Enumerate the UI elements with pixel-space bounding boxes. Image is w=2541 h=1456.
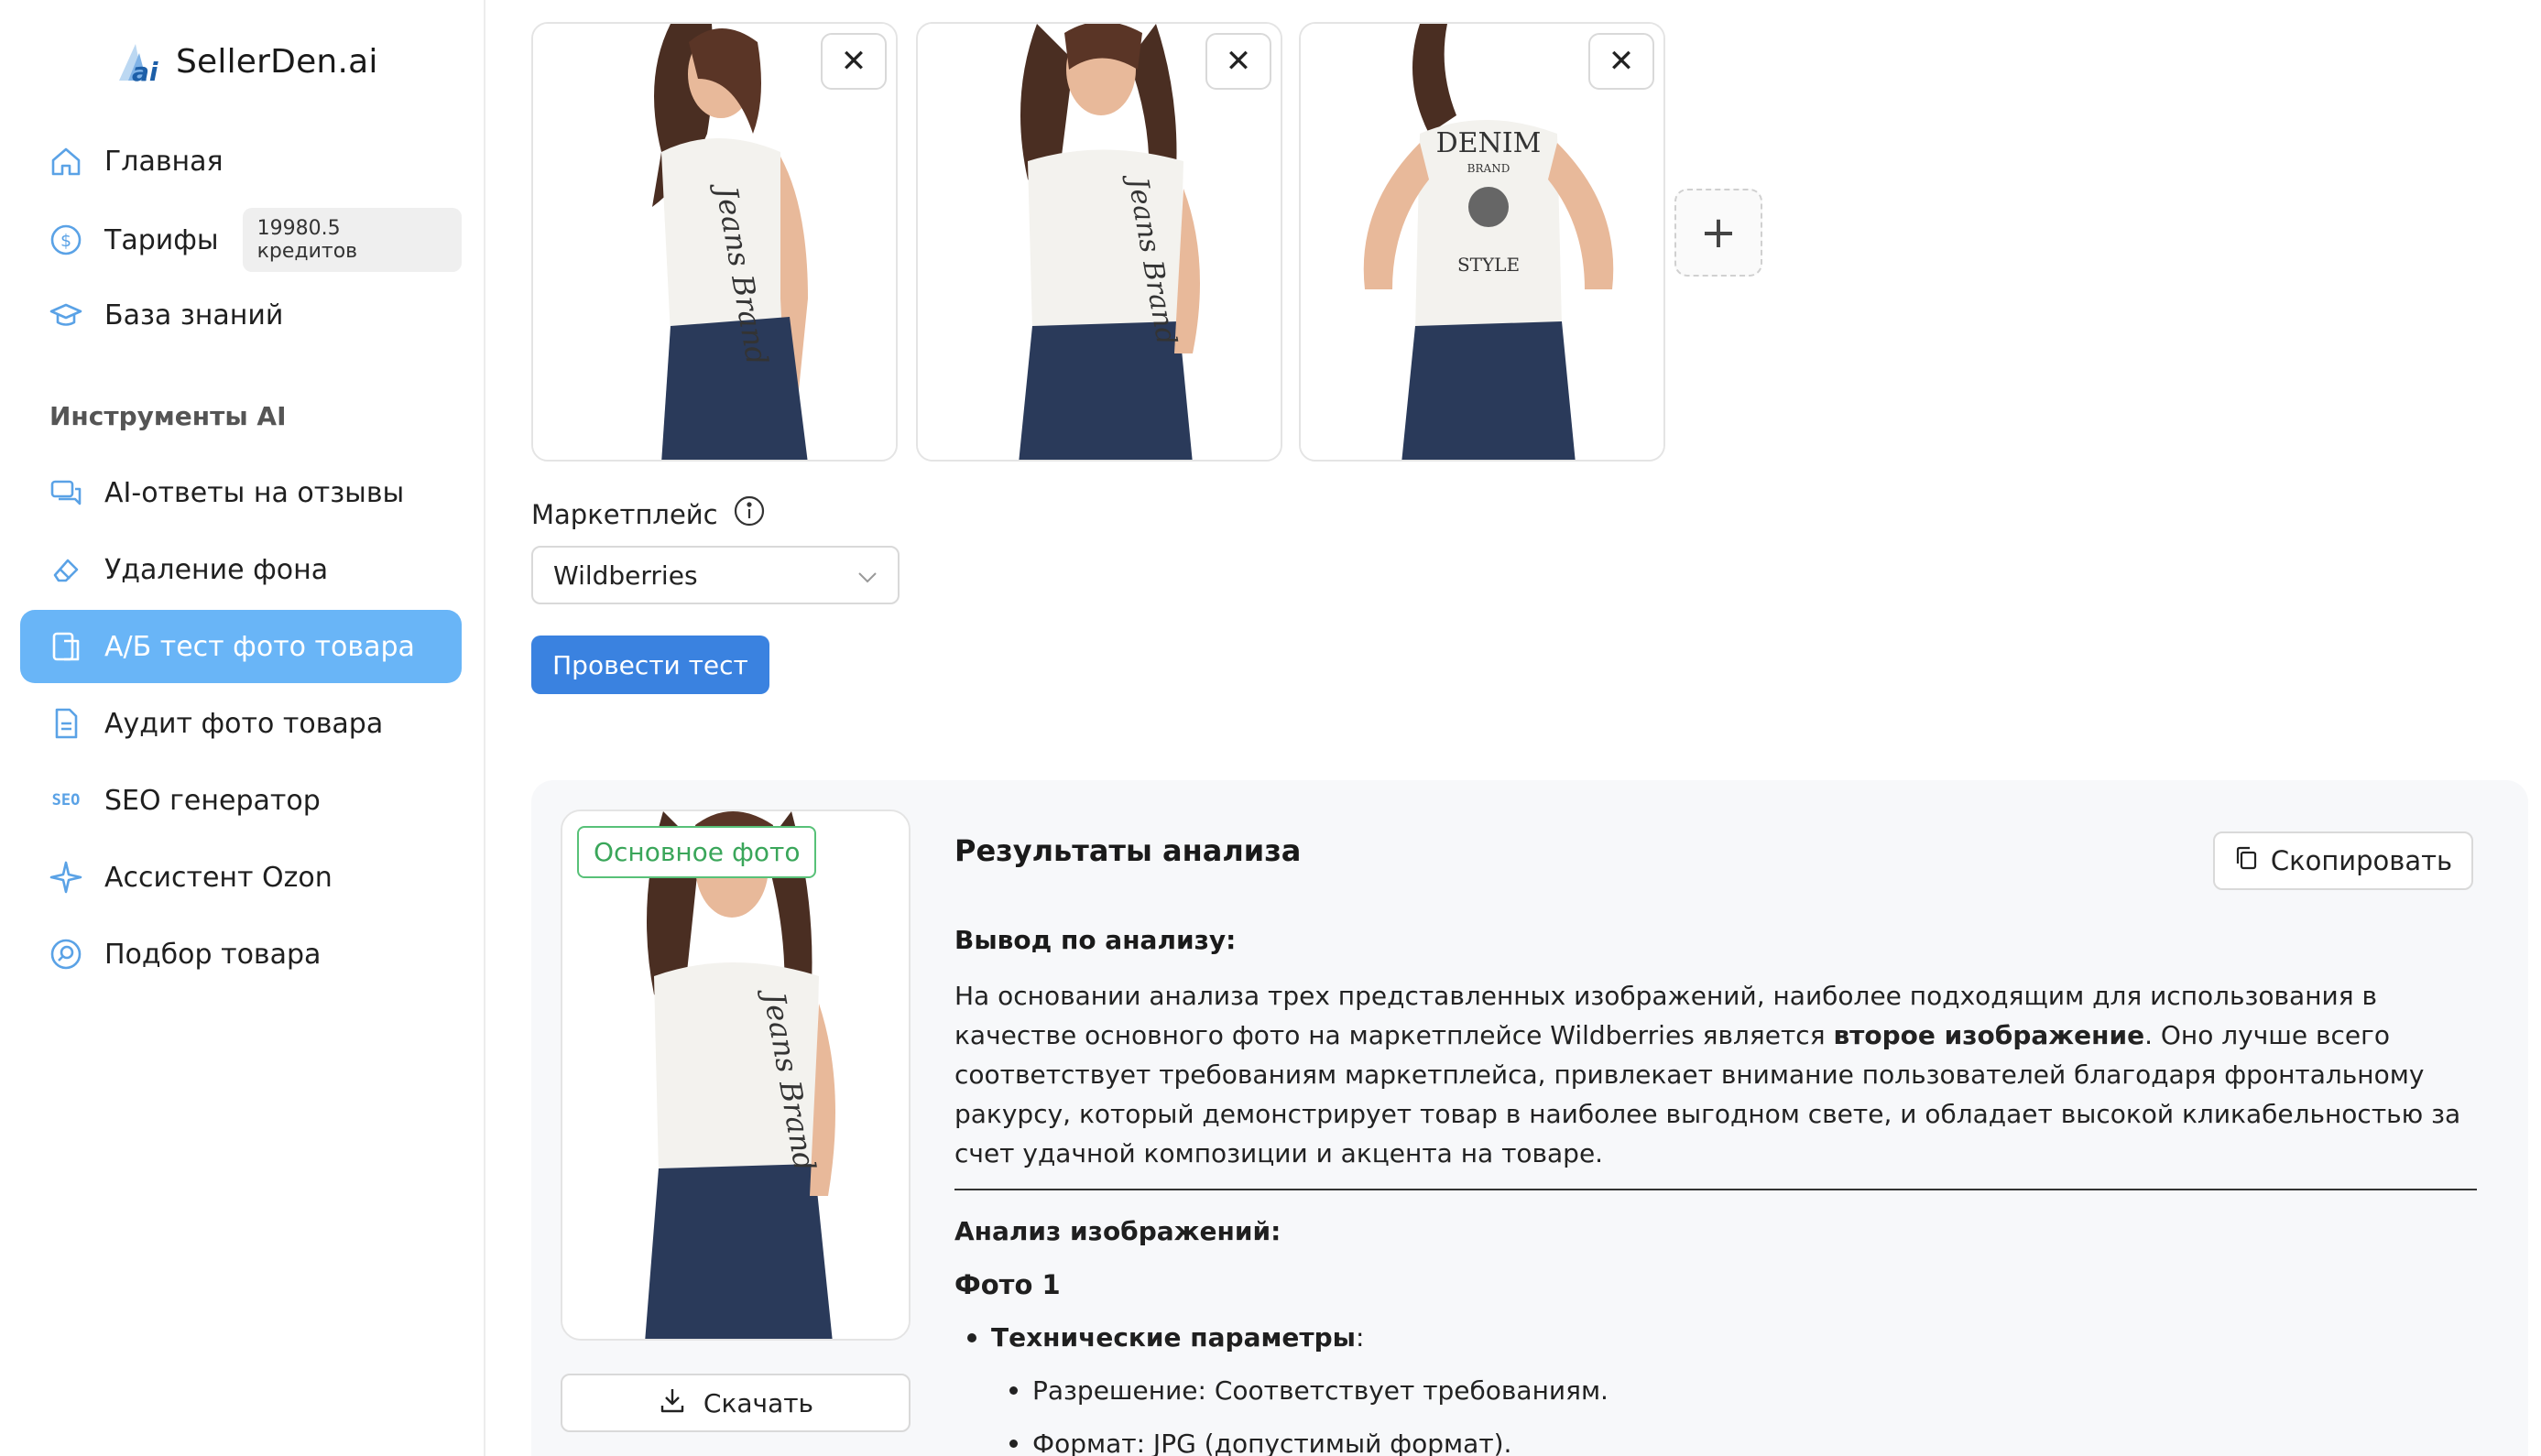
svg-text:STYLE: STYLE bbox=[1457, 254, 1520, 276]
sidebar-item-label: Ассистент Ozon bbox=[104, 861, 333, 894]
svg-text:BRAND: BRAND bbox=[1467, 162, 1510, 175]
sidebar-item-label: AI-ответы на отзывы bbox=[104, 476, 405, 509]
sidebar-item-photo-audit[interactable]: Аудит фото товара bbox=[20, 687, 462, 760]
plus-icon: + bbox=[1699, 207, 1738, 258]
add-photo-button[interactable]: + bbox=[1674, 189, 1762, 277]
param-text: Формат: JPG (допустимый формат). bbox=[1032, 1429, 1512, 1456]
sidebar-item-label: Аудит фото товара bbox=[104, 707, 384, 740]
remove-photo-button[interactable]: ✕ bbox=[821, 33, 887, 90]
sidebar-item-product-selection[interactable]: Подбор товара bbox=[20, 918, 462, 991]
download-button[interactable]: Скачать bbox=[561, 1374, 911, 1432]
marketplace-label-text: Маркетплейс bbox=[531, 498, 718, 530]
param-text: Разрешение: Соответствует требованиям. bbox=[1032, 1375, 1609, 1406]
document-icon bbox=[48, 705, 84, 742]
logo-text: SellerDen.ai bbox=[176, 42, 378, 81]
logo[interactable]: ai SellerDen.ai bbox=[115, 38, 378, 87]
close-icon: ✕ bbox=[1608, 43, 1635, 80]
copy-label: Скопировать bbox=[2270, 845, 2453, 876]
chevron-down-icon bbox=[857, 560, 878, 591]
svg-text:DENIM: DENIM bbox=[1436, 127, 1542, 159]
run-test-button[interactable]: Провести тест bbox=[531, 636, 769, 694]
svg-text:ai: ai bbox=[132, 57, 158, 84]
sidebar-item-label: Тарифы bbox=[104, 223, 219, 256]
sidebar-item-seo-generator[interactable]: SEO SEO генератор bbox=[20, 764, 462, 837]
seo-icon-text: SEO bbox=[51, 791, 81, 809]
uploaded-photo-2: Jeans Brand ✕ bbox=[916, 22, 1282, 462]
info-icon[interactable] bbox=[733, 494, 766, 534]
eraser-icon bbox=[48, 551, 84, 588]
sidebar-item-label: Удаление фона bbox=[104, 553, 329, 586]
sidebar-item-label: Подбор товара bbox=[104, 938, 322, 971]
graduation-cap-icon bbox=[48, 297, 84, 333]
list-item: Формат: JPG (допустимый формат). bbox=[1009, 1429, 1511, 1456]
marketplace-select[interactable]: Wildberries bbox=[531, 546, 900, 604]
bullet-icon bbox=[1009, 1386, 1018, 1395]
download-label: Скачать bbox=[703, 1387, 814, 1418]
bullet-icon bbox=[967, 1332, 976, 1342]
seo-icon: SEO bbox=[48, 782, 84, 819]
sidebar-item-ozon-assistant[interactable]: Ассистент Ozon bbox=[20, 841, 462, 914]
sidebar-item-label: Главная bbox=[104, 145, 224, 178]
close-icon: ✕ bbox=[840, 43, 867, 80]
dollar-icon: $ bbox=[48, 222, 84, 258]
sidebar-item-tariffs[interactable]: $ Тарифы 19980.5 кредитов bbox=[20, 203, 462, 277]
credits-badge: 19980.5 кредитов bbox=[242, 208, 462, 272]
svg-text:$: $ bbox=[60, 231, 71, 251]
sidebar-item-knowledge-base[interactable]: База знаний bbox=[20, 278, 462, 352]
chat-icon bbox=[48, 474, 84, 511]
conclusion-highlight: второе изображение bbox=[1833, 1020, 2145, 1050]
sidebar-item-label: SEO генератор bbox=[104, 784, 321, 817]
ab-test-icon bbox=[48, 628, 84, 665]
results-panel: Основное фото Jeans Brand Скачать Резуль… bbox=[531, 780, 2528, 1456]
uploaded-photo-3: DENIM BRAND STYLE ✕ bbox=[1299, 22, 1665, 462]
sidebar-item-label: База знаний bbox=[104, 299, 284, 331]
list-item: Технические параметры: bbox=[967, 1322, 1364, 1353]
conclusion-text: На основании анализа трех представленных… bbox=[954, 976, 2493, 1173]
sidebar-item-background-removal[interactable]: Удаление фона bbox=[20, 533, 462, 606]
conclusion-title: Вывод по анализу: bbox=[954, 925, 1237, 955]
sidebar-item-ab-test[interactable]: А/Б тест фото товара bbox=[20, 610, 462, 683]
main-photo-image: Jeans Brand bbox=[562, 811, 909, 1339]
tech-params-colon: : bbox=[1355, 1322, 1365, 1353]
home-icon bbox=[48, 143, 84, 179]
logo-icon: ai bbox=[115, 38, 167, 87]
download-icon bbox=[658, 1385, 687, 1421]
photo-section-title: Фото 1 bbox=[954, 1269, 1061, 1300]
main-photo-badge: Основное фото bbox=[577, 826, 817, 878]
tech-params-label: Технические параметры bbox=[991, 1322, 1356, 1353]
sidebar: ai SellerDen.ai Главная $ Тарифы 19980.5… bbox=[0, 0, 485, 1456]
list-item: Разрешение: Соответствует требованиям. bbox=[1009, 1375, 1609, 1406]
divider bbox=[954, 1189, 2477, 1190]
close-icon: ✕ bbox=[1225, 43, 1252, 80]
copy-button[interactable]: Скопировать bbox=[2213, 831, 2473, 890]
marketplace-label: Маркетплейс bbox=[531, 494, 766, 534]
bullet-icon bbox=[1009, 1440, 1018, 1448]
uploaded-photo-1: Jeans Brand ✕ bbox=[531, 22, 898, 462]
marketplace-select-value: Wildberries bbox=[553, 560, 698, 591]
remove-photo-button[interactable]: ✕ bbox=[1588, 33, 1654, 90]
sparkle-icon bbox=[48, 859, 84, 896]
sidebar-item-review-answers[interactable]: AI-ответы на отзывы bbox=[20, 456, 462, 529]
search-circle-icon bbox=[48, 936, 84, 972]
remove-photo-button[interactable]: ✕ bbox=[1205, 33, 1271, 90]
results-title: Результаты анализа bbox=[954, 833, 1302, 868]
sidebar-item-home[interactable]: Главная bbox=[20, 125, 462, 198]
analysis-title: Анализ изображений: bbox=[954, 1216, 1281, 1246]
sidebar-item-label: А/Б тест фото товара bbox=[104, 630, 415, 663]
section-title-ai-tools: Инструменты AI bbox=[49, 401, 287, 431]
copy-icon bbox=[2234, 845, 2258, 877]
main-photo-card: Основное фото Jeans Brand bbox=[561, 809, 911, 1341]
